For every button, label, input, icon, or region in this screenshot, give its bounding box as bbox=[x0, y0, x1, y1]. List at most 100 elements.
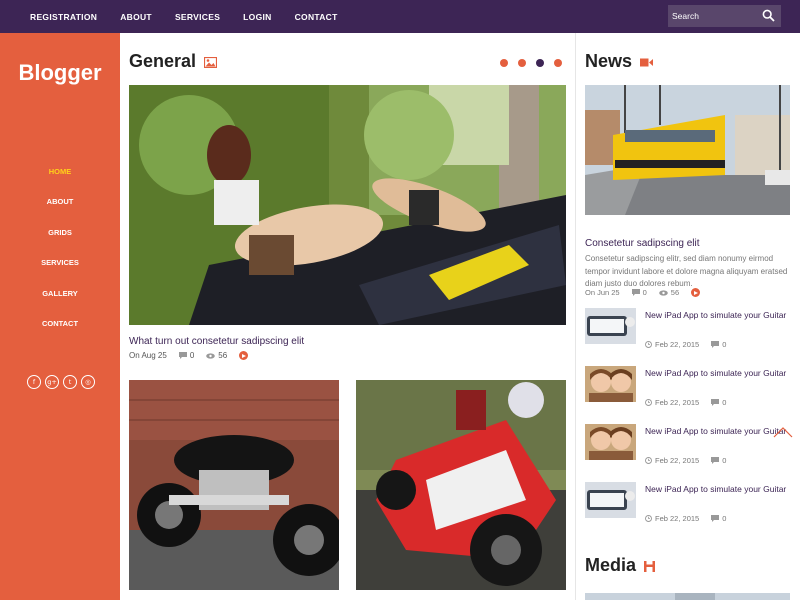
save-icon bbox=[644, 560, 656, 572]
post-comments: 0 bbox=[178, 351, 195, 360]
clock-icon bbox=[645, 341, 652, 348]
arrow-right-icon[interactable] bbox=[691, 288, 701, 297]
grid-image-red-racing-motorcycle[interactable] bbox=[356, 380, 566, 590]
topnav-contact[interactable]: CONTACT bbox=[295, 12, 338, 22]
news-list-item[interactable]: New iPad App to simulate your Guitar Feb… bbox=[585, 424, 795, 474]
news-featured-title[interactable]: Consetetur sadipscing elit bbox=[585, 238, 700, 249]
read-more-arrow[interactable] bbox=[691, 288, 701, 297]
ipad-guitar-thumb[interactable] bbox=[585, 482, 636, 518]
social-links: f g+ t ◎ bbox=[27, 375, 99, 389]
search-input[interactable]: Search bbox=[672, 9, 757, 23]
image-icon bbox=[203, 56, 218, 68]
news-item-meta: Feb 22, 2015 0 bbox=[645, 398, 726, 407]
slider-dot[interactable] bbox=[518, 59, 526, 67]
two-girls-thumb[interactable] bbox=[585, 424, 636, 460]
news-item-meta: Feb 22, 2015 0 bbox=[645, 456, 726, 465]
post-views: 56 bbox=[206, 351, 227, 360]
comment-count: 0 bbox=[722, 456, 727, 465]
two-girls-thumb[interactable] bbox=[585, 366, 636, 402]
clock-icon bbox=[645, 399, 652, 406]
post-comments: 0 bbox=[631, 288, 647, 297]
view-count: 56 bbox=[670, 288, 680, 297]
news-section-title: News bbox=[585, 51, 654, 72]
slider-dot[interactable] bbox=[500, 59, 508, 67]
news-featured-image[interactable] bbox=[585, 85, 790, 215]
featured-post-title[interactable]: What turn out consetetur sadipscing elit bbox=[129, 336, 304, 347]
search-icon[interactable] bbox=[762, 9, 775, 22]
news-item-comments: 0 bbox=[711, 398, 726, 407]
date-text: Feb 22, 2015 bbox=[655, 398, 700, 407]
comment-count: 0 bbox=[189, 351, 195, 360]
post-date: On Aug 25 bbox=[129, 351, 167, 360]
news-featured-excerpt: Consetetur sadipscing elitr, sed diam no… bbox=[585, 254, 788, 288]
news-item-date: Feb 22, 2015 bbox=[645, 456, 699, 465]
read-more-arrow[interactable] bbox=[239, 351, 249, 360]
google-plus-icon[interactable]: g+ bbox=[45, 375, 59, 389]
comment-icon bbox=[178, 352, 187, 359]
media-title-text: Media bbox=[585, 555, 637, 575]
sidebar-item-services[interactable]: SERVICES bbox=[0, 257, 120, 287]
comment-count: 0 bbox=[642, 288, 647, 297]
news-featured-meta: On Jun 25 0 56 bbox=[585, 288, 701, 297]
media-section-title: Media bbox=[585, 555, 656, 576]
clock-icon bbox=[645, 457, 652, 464]
twitter-icon[interactable]: t bbox=[63, 375, 77, 389]
search-box[interactable]: Search bbox=[668, 5, 781, 27]
arrow-right-icon[interactable] bbox=[239, 351, 249, 360]
facebook-icon[interactable]: f bbox=[27, 375, 41, 389]
topnav-registration[interactable]: REGISTRATION bbox=[30, 12, 97, 22]
sidebar-item-about[interactable]: ABOUT bbox=[0, 196, 120, 226]
site-logo[interactable]: Blogger bbox=[0, 60, 120, 86]
top-nav: REGISTRATION ABOUT SERVICES LOGIN CONTAC… bbox=[30, 0, 338, 33]
post-date: On Jun 25 bbox=[585, 288, 620, 297]
news-item-title[interactable]: New iPad App to simulate your Guitar bbox=[645, 366, 795, 380]
featured-post-image[interactable] bbox=[129, 85, 566, 325]
topnav-services[interactable]: SERVICES bbox=[175, 12, 220, 22]
news-item-date: Feb 22, 2015 bbox=[645, 514, 699, 523]
news-item-title[interactable]: New iPad App to simulate your Guitar bbox=[645, 308, 795, 322]
eye-icon bbox=[206, 352, 216, 359]
top-bar: REGISTRATION ABOUT SERVICES LOGIN CONTAC… bbox=[0, 0, 800, 33]
comment-count: 0 bbox=[722, 514, 727, 523]
date-text: Feb 22, 2015 bbox=[655, 340, 700, 349]
grid-image-black-motorcycle[interactable] bbox=[129, 380, 339, 590]
eye-icon bbox=[658, 289, 668, 296]
topnav-login[interactable]: LOGIN bbox=[243, 12, 271, 22]
comment-count: 0 bbox=[722, 340, 727, 349]
ipad-guitar-thumb[interactable] bbox=[585, 308, 636, 344]
scroll-up-icon[interactable] bbox=[773, 426, 793, 438]
news-item-date: Feb 22, 2015 bbox=[645, 398, 699, 407]
comment-count: 0 bbox=[722, 398, 727, 407]
slider-dot-active[interactable] bbox=[536, 59, 544, 67]
comment-icon bbox=[631, 289, 640, 296]
date-text: Feb 22, 2015 bbox=[655, 514, 700, 523]
featured-post-meta: On Aug 25 0 56 bbox=[129, 351, 249, 360]
slider-dots bbox=[500, 59, 572, 67]
news-item-title[interactable]: New iPad App to simulate your Guitar bbox=[645, 482, 795, 496]
news-list-item[interactable]: New iPad App to simulate your Guitar Feb… bbox=[585, 482, 795, 532]
news-item-comments: 0 bbox=[711, 456, 726, 465]
news-list-item[interactable]: New iPad App to simulate your Guitar Feb… bbox=[585, 308, 795, 358]
sidebar-item-gallery[interactable]: GALLERY bbox=[0, 288, 120, 318]
sidebar-nav: HOME ABOUT GRIDS SERVICES GALLERY CONTAC… bbox=[0, 166, 120, 348]
news-item-date: Feb 22, 2015 bbox=[645, 340, 699, 349]
media-image[interactable] bbox=[585, 590, 790, 600]
news-item-comments: 0 bbox=[711, 340, 726, 349]
sidebar-item-contact[interactable]: CONTACT bbox=[0, 318, 120, 348]
comment-icon bbox=[711, 341, 720, 348]
view-count: 56 bbox=[218, 351, 228, 360]
topnav-about[interactable]: ABOUT bbox=[120, 12, 152, 22]
clock-icon bbox=[645, 515, 652, 522]
comment-icon bbox=[711, 399, 720, 406]
sidebar-item-grids[interactable]: GRIDS bbox=[0, 227, 120, 257]
comment-icon bbox=[711, 515, 720, 522]
general-section-title: General bbox=[129, 51, 218, 72]
slider-dot[interactable] bbox=[554, 59, 562, 67]
news-list-item[interactable]: New iPad App to simulate your Guitar Feb… bbox=[585, 366, 795, 416]
news-item-meta: Feb 22, 2015 0 bbox=[645, 340, 726, 349]
dribbble-icon[interactable]: ◎ bbox=[81, 375, 95, 389]
sidebar-item-home[interactable]: HOME bbox=[0, 166, 120, 196]
sidebar: Blogger HOME ABOUT GRIDS SERVICES GALLER… bbox=[0, 33, 120, 600]
video-icon bbox=[640, 58, 654, 67]
news-item-comments: 0 bbox=[711, 514, 726, 523]
